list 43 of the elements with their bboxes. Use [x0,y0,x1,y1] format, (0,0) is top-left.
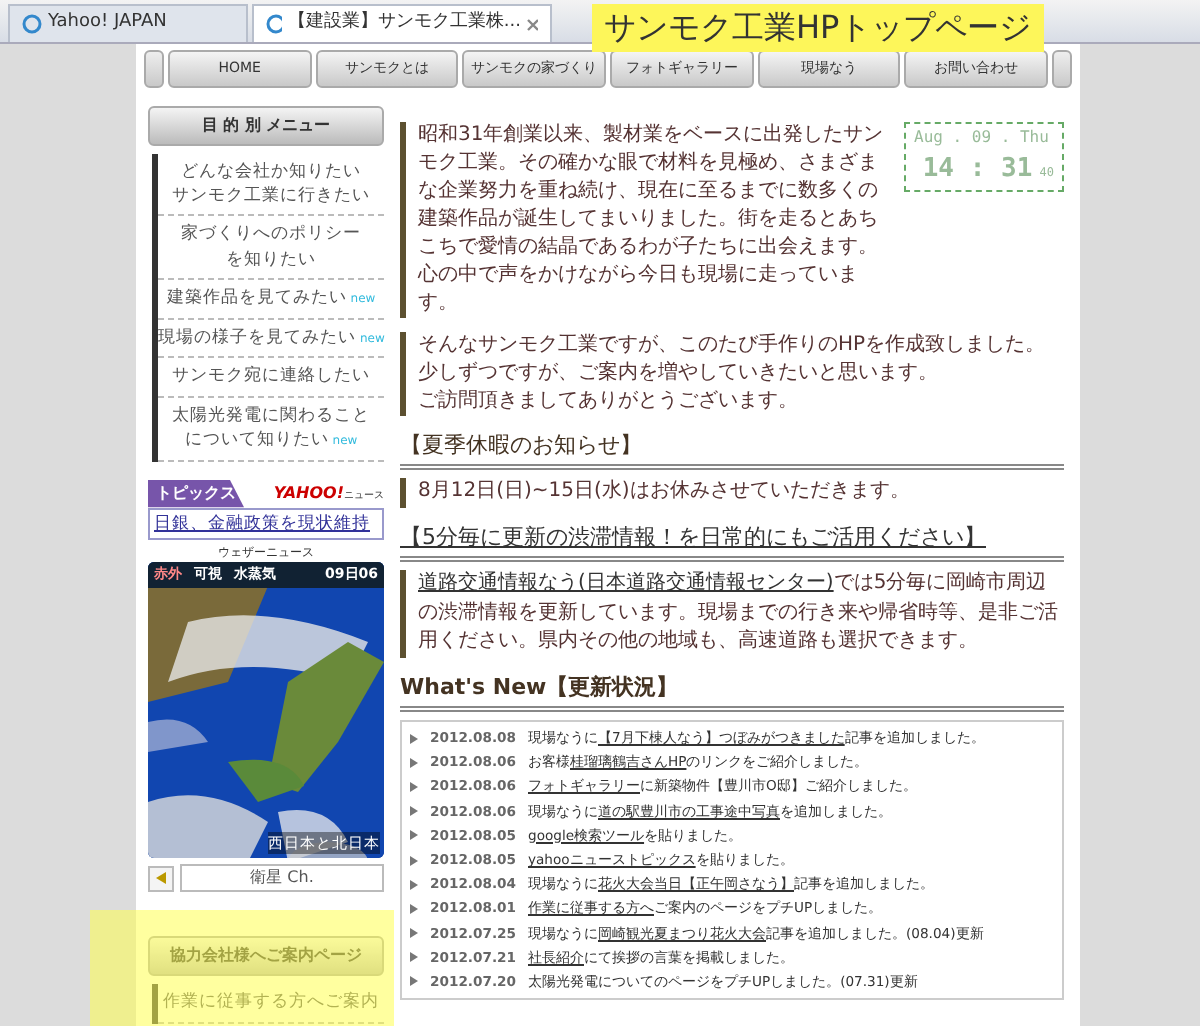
headline-link[interactable]: 日銀、金融政策を現状維持 [148,507,384,541]
bullet-icon [410,855,418,866]
annotation-label: サンモク工業HPトップページ [592,4,1044,52]
news-heading: What's New【更新状況】 [400,673,679,699]
bullet-icon [410,952,418,963]
notice-text: 道路交通情報なう(日本道路交通情報センター)では5分毎に岡崎市周辺の渋滞情報を更新しています。現場までの行き来や帰省時等、是非ご活用ください。県内その他の地域も、高速道路も選択できます。 [418,570,1060,656]
clock-time: 14 : 31 [922,153,1033,183]
bullet-icon [410,903,418,914]
notice-heading-link[interactable]: 【5分毎に更新の渋滞情報！を日常的にもご活用ください】 [400,523,986,549]
page-icon [22,14,42,34]
clock-date: Aug . 09 . Thu [914,125,1051,149]
notice-heading: 【夏季休暇のお知らせ】 [400,431,642,457]
menu-link[interactable]: どんな会社か知りたい [158,159,384,184]
menu-link[interactable]: 家づくりへのポリシー [158,222,384,248]
menu-link[interactable]: を知りたい [158,247,384,273]
bullet-icon [410,757,418,768]
page-icon [266,14,282,34]
yahoo-logo: YAHOO! [273,483,344,502]
notice-text: 8月12日(日)~15日(水)はお休みさせていただきます。 [418,478,912,506]
menu-link[interactable]: 太陽光発電に関わること [158,403,384,429]
bullet-icon [410,976,418,987]
browser-tab[interactable]: Yahoo! JAPAN [8,4,248,42]
bullet-icon [410,733,418,744]
nav-cap [144,50,164,87]
bullet-icon [410,830,418,841]
nav-cap [1052,50,1073,87]
paragraph: 昭和31年創業以来、製材業をベースに出発したサンモク工業。その確かな眼で材料を見極め、さまざまな企業努力を重ね続け、現在に至るまでに数多くの建築作品が誕生してまいりました。街を走るとあちこちで愛情の結晶であるわが子たちに出会えます。心の中で声をかけながら今日も現場に走っています。 [418,121,886,317]
notice-link[interactable]: 道路交通情報なう(日本道路交通情報センター) [418,572,834,594]
close-icon[interactable] [526,17,538,31]
previous-button[interactable] [148,866,174,892]
bullet-icon [410,781,418,792]
partner-heading: 協力会社様へご案内ページ [148,936,384,977]
menu-link[interactable]: サンモク工業に行きたい [158,183,384,209]
bullet-icon [410,928,418,939]
channel-field[interactable]: 衛星 Ch. [180,864,384,893]
bullet-icon [410,879,418,890]
paragraph: ご訪問頂きましてありがとうございます。 [418,387,800,415]
left-arrow-icon [156,872,166,885]
bullet-icon [410,806,418,817]
browser-tab[interactable]: 【建設業】サンモク工業株... [252,4,552,42]
paragraph: そんなサンモク工業ですが、このたび手作りのHPを作成致しました。少しずつですが、ご案内を増やしていきたいと思います。 [418,331,1048,387]
menu-heading: 目 的 別 メニュー [148,105,384,145]
menu-link[interactable]: サンモク宛に連絡したい [158,364,384,390]
